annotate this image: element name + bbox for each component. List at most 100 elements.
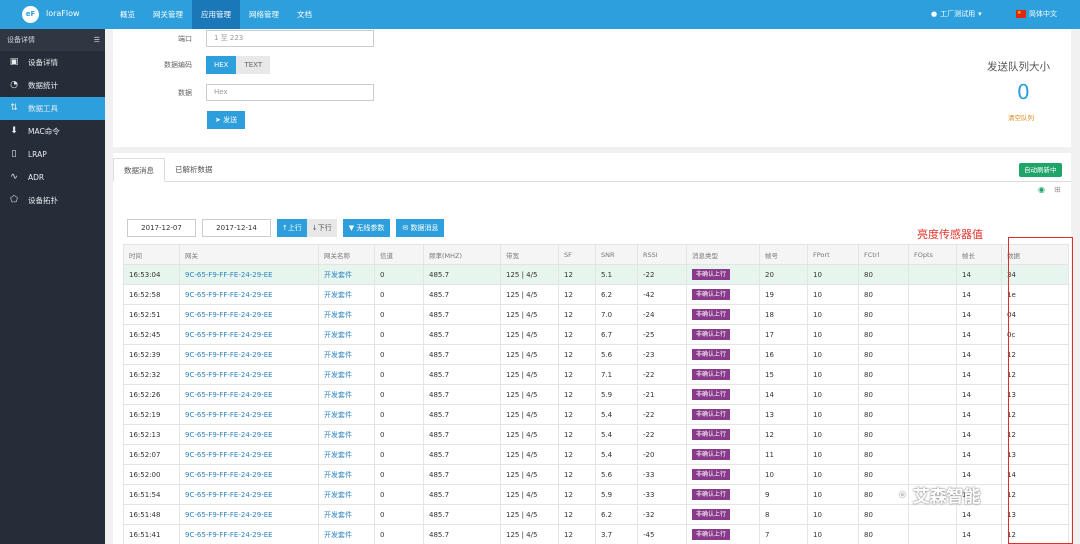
- cell-gateway[interactable]: 9C-65-F9-FF-FE-24-29-EE: [179, 324, 319, 345]
- cell-sf: 12: [558, 284, 596, 305]
- col-gateway[interactable]: 网关: [179, 244, 319, 265]
- col-sf[interactable]: SF: [558, 244, 596, 265]
- refresh-icon[interactable]: ◉: [1038, 185, 1045, 194]
- col-gateway-name[interactable]: 网关名称: [318, 244, 375, 265]
- cell-gateway[interactable]: 9C-65-F9-FF-FE-24-29-EE: [179, 504, 319, 525]
- nav-network-management[interactable]: 网络管理: [240, 0, 288, 29]
- cell-gateway[interactable]: 9C-65-F9-FF-FE-24-29-EE: [179, 484, 319, 505]
- cell-gateway-name[interactable]: 开发套件: [318, 504, 375, 525]
- data-input[interactable]: Hex: [206, 84, 374, 101]
- cell-gateway[interactable]: 9C-65-F9-FF-FE-24-29-EE: [179, 364, 319, 385]
- cell-frame-number: 20: [759, 264, 808, 285]
- cell-gateway[interactable]: 9C-65-F9-FF-FE-24-29-EE: [179, 264, 319, 285]
- downlink-button[interactable]: ↓下行: [306, 219, 337, 237]
- wireless-params-button[interactable]: ▼ 无线参数: [342, 219, 391, 237]
- cell-channel: 0: [374, 504, 424, 525]
- col-time[interactable]: 时间: [123, 244, 180, 265]
- table-row[interactable]: 16:52:13 9C-65-F9-FF-FE-24-29-EE 开发套件 0 485.…: [123, 424, 1069, 445]
- sidebar-item-device-detail[interactable]: ▣ 设备详情: [0, 51, 105, 74]
- tab-parsed-data[interactable]: 已解析数据: [165, 158, 223, 182]
- queue-size-title: 发送队列大小: [987, 61, 1050, 73]
- cell-gateway-name[interactable]: 开发套件: [318, 304, 375, 325]
- cell-gateway-name[interactable]: 开发套件: [318, 404, 375, 425]
- col-fctrl[interactable]: FCtrl: [858, 244, 909, 265]
- cell-gateway-name[interactable]: 开发套件: [318, 384, 375, 405]
- user-menu[interactable]: ● 工厂测试用 ▾: [931, 9, 982, 19]
- language-selector[interactable]: 简体中文: [1016, 9, 1057, 19]
- cell-frame-number: 16: [759, 344, 808, 365]
- table-row[interactable]: 16:52:39 9C-65-F9-FF-FE-24-29-EE 开发套件 0 485.…: [123, 344, 1069, 365]
- col-channel[interactable]: 信道: [374, 244, 424, 265]
- table-row[interactable]: 16:52:07 9C-65-F9-FF-FE-24-29-EE 开发套件 0 485.…: [123, 444, 1069, 465]
- app-logo[interactable]: eF: [22, 6, 39, 23]
- cell-gateway-name[interactable]: 开发套件: [318, 364, 375, 385]
- cell-gateway-name[interactable]: 开发套件: [318, 444, 375, 465]
- menu-toggle-icon[interactable]: ☰: [94, 29, 100, 51]
- uplink-button[interactable]: ↑上行: [277, 219, 307, 237]
- cell-gateway[interactable]: 9C-65-F9-FF-FE-24-29-EE: [179, 384, 319, 405]
- cell-gateway[interactable]: 9C-65-F9-FF-FE-24-29-EE: [179, 284, 319, 305]
- cell-gateway-name[interactable]: 开发套件: [318, 524, 375, 544]
- table-row[interactable]: 16:52:51 9C-65-F9-FF-FE-24-29-EE 开发套件 0 485.…: [123, 304, 1069, 325]
- table-header-row: 时间 网关 网关名称 信道 频率(MHZ) 带宽 SF SNR RSSI 消息类…: [123, 244, 1069, 265]
- cell-message-type: 非确认上行: [686, 504, 760, 525]
- cell-gateway[interactable]: 9C-65-F9-FF-FE-24-29-EE: [179, 524, 319, 544]
- table-row[interactable]: 16:52:32 9C-65-F9-FF-FE-24-29-EE 开发套件 0 485.…: [123, 364, 1069, 385]
- col-fport[interactable]: FPort: [807, 244, 859, 265]
- sidebar-item-adr[interactable]: ∿ ADR: [0, 166, 105, 189]
- text-option[interactable]: TEXT: [236, 56, 271, 74]
- date-to-input[interactable]: 2017-12-14: [202, 219, 271, 237]
- sidebar-item-mac-command[interactable]: ⬇ MAC命令: [0, 120, 105, 143]
- clear-queue-link[interactable]: 清空队列: [1008, 112, 1034, 122]
- col-rssi[interactable]: RSSI: [637, 244, 687, 265]
- nav-overview[interactable]: 概览: [111, 0, 144, 29]
- col-fopts[interactable]: FOpts: [908, 244, 957, 265]
- send-button[interactable]: ➤ 发送: [207, 111, 246, 129]
- cell-gateway-name[interactable]: 开发套件: [318, 324, 375, 345]
- table-row[interactable]: 16:52:19 9C-65-F9-FF-FE-24-29-EE 开发套件 0 485.…: [123, 404, 1069, 425]
- table-row[interactable]: 16:53:04 9C-65-F9-FF-FE-24-29-EE 开发套件 0 485.…: [123, 264, 1069, 285]
- cell-gateway[interactable]: 9C-65-F9-FF-FE-24-29-EE: [179, 424, 319, 445]
- cell-gateway-name[interactable]: 开发套件: [318, 344, 375, 365]
- col-bandwidth[interactable]: 带宽: [500, 244, 559, 265]
- cell-fopts: [908, 524, 957, 544]
- cell-gateway-name[interactable]: 开发套件: [318, 424, 375, 445]
- nav-gateway-management[interactable]: 网关管理: [144, 0, 192, 29]
- table-row[interactable]: 16:52:26 9C-65-F9-FF-FE-24-29-EE 开发套件 0 485.…: [123, 384, 1069, 405]
- nav-docs[interactable]: 文档: [288, 0, 321, 29]
- tab-data-messages[interactable]: 数据消息: [113, 158, 165, 182]
- cell-gateway[interactable]: 9C-65-F9-FF-FE-24-29-EE: [179, 444, 319, 465]
- table-row[interactable]: 16:52:45 9C-65-F9-FF-FE-24-29-EE 开发套件 0 485.…: [123, 324, 1069, 345]
- nav-app-management[interactable]: 应用管理: [192, 0, 240, 29]
- col-message-type[interactable]: 消息类型: [686, 244, 760, 265]
- brand-name[interactable]: loraFlow: [46, 9, 80, 18]
- cell-gateway-name[interactable]: 开发套件: [318, 464, 375, 485]
- table-row[interactable]: 16:51:41 9C-65-F9-FF-FE-24-29-EE 开发套件 0 485.…: [123, 524, 1069, 544]
- cell-gateway-name[interactable]: 开发套件: [318, 264, 375, 285]
- sidebar-item-data-stats[interactable]: ◔ 数据统计: [0, 74, 105, 97]
- cell-gateway[interactable]: 9C-65-F9-FF-FE-24-29-EE: [179, 464, 319, 485]
- cell-frequency: 485.7: [423, 504, 501, 525]
- table-row[interactable]: 16:51:48 9C-65-F9-FF-FE-24-29-EE 开发套件 0 485.…: [123, 504, 1069, 525]
- auto-refresh-button[interactable]: 自动刷新中: [1019, 163, 1062, 177]
- cell-frame-length: 14: [956, 384, 1002, 405]
- expand-icon[interactable]: ⊞: [1054, 185, 1061, 194]
- cell-gateway-name[interactable]: 开发套件: [318, 484, 375, 505]
- cell-gateway[interactable]: 9C-65-F9-FF-FE-24-29-EE: [179, 344, 319, 365]
- cell-gateway-name[interactable]: 开发套件: [318, 284, 375, 305]
- data-messages-button[interactable]: ✉ 数据消息: [396, 219, 445, 237]
- port-input[interactable]: 1 至 223: [206, 30, 374, 47]
- date-from-input[interactable]: 2017-12-07: [127, 219, 196, 237]
- sidebar-item-device-topology[interactable]: ⬠ 设备拓扑: [0, 189, 105, 212]
- col-frame-length[interactable]: 帧长: [956, 244, 1002, 265]
- sidebar-item-data-tools[interactable]: ⇅ 数据工具: [0, 97, 105, 120]
- col-snr[interactable]: SNR: [595, 244, 638, 265]
- sidebar-item-lrap[interactable]: ▯ LRAP: [0, 143, 105, 166]
- hex-option[interactable]: HEX: [206, 56, 237, 74]
- cell-gateway[interactable]: 9C-65-F9-FF-FE-24-29-EE: [179, 304, 319, 325]
- col-frame-number[interactable]: 帧号: [759, 244, 808, 265]
- table-row[interactable]: 16:52:58 9C-65-F9-FF-FE-24-29-EE 开发套件 0 485.…: [123, 284, 1069, 305]
- cell-snr: 5.6: [595, 344, 638, 365]
- col-frequency[interactable]: 频率(MHZ): [423, 244, 501, 265]
- cell-gateway[interactable]: 9C-65-F9-FF-FE-24-29-EE: [179, 404, 319, 425]
